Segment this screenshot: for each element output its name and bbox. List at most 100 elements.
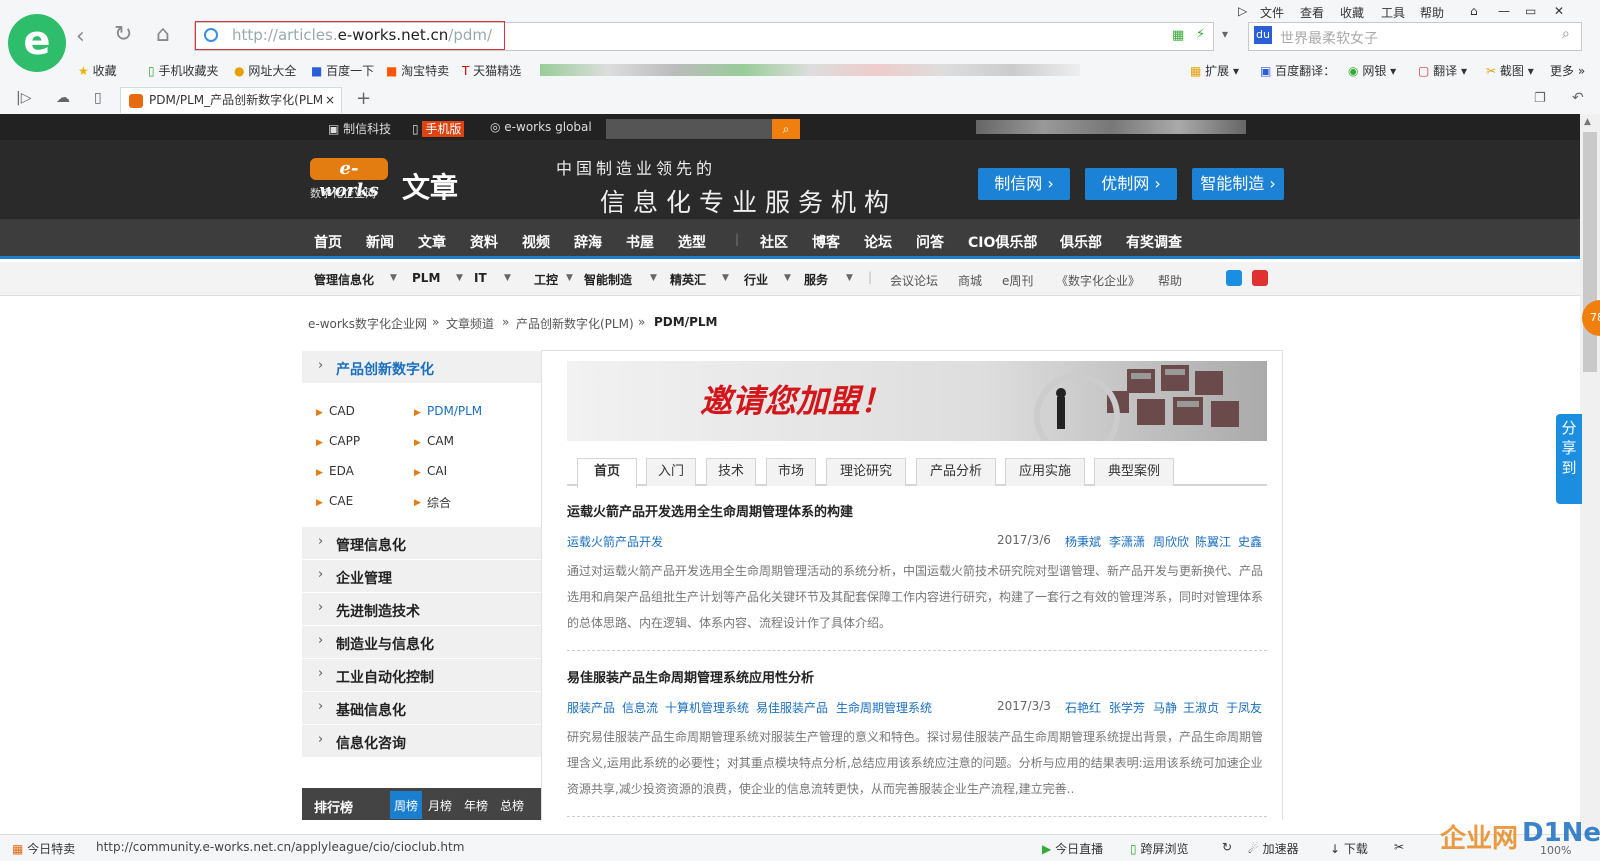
cloud-icon[interactable]: ☁ xyxy=(56,90,70,106)
nav-cihai[interactable]: 辞海 xyxy=(574,232,602,252)
tab-list-icon[interactable]: ❐ xyxy=(1534,91,1546,106)
tab-active[interactable]: PDM/PLM_产品创新数字化(PLM × xyxy=(120,87,342,113)
baidu-icon[interactable]: du xyxy=(1254,26,1272,44)
subnav-plm[interactable]: PLM xyxy=(412,271,440,285)
menu-sidebar-icon[interactable]: ▷ xyxy=(1238,4,1247,18)
qr-icon[interactable]: ▦ xyxy=(1172,28,1184,43)
status-cross-screen[interactable]: ▯ 跨屏浏览 xyxy=(1130,840,1188,857)
topbar-mobile[interactable]: ▯ 手机版 xyxy=(412,120,465,137)
article-author[interactable]: 周欣欣 xyxy=(1153,533,1189,550)
article-author[interactable]: 石艳红 xyxy=(1065,699,1101,716)
scrollbar-thumb[interactable] xyxy=(1583,132,1597,372)
article-title[interactable]: 运载火箭产品开发选用全生命周期管理体系的构建 xyxy=(567,501,853,520)
rank-tab-monthly[interactable]: 月榜 xyxy=(428,797,452,814)
ext-screenshot[interactable]: ✂ 截图 ▾ xyxy=(1486,62,1534,79)
site-search-input[interactable] xyxy=(606,119,772,139)
dropdown-icon[interactable]: ▾ xyxy=(1222,27,1228,41)
minimize-icon[interactable]: — xyxy=(1498,4,1510,18)
tab-tech[interactable]: 技术 xyxy=(706,458,756,486)
status-deals[interactable]: ▦ 今日特卖 xyxy=(12,840,75,857)
sub-cad[interactable]: CAD xyxy=(329,404,355,418)
nav-forum[interactable]: 论坛 xyxy=(864,232,892,252)
article-title[interactable]: 易佳服装产品生命周期管理系统应用性分析 xyxy=(567,667,814,686)
search-icon[interactable]: ⌕ xyxy=(1562,26,1570,42)
menu-help[interactable]: 帮助 xyxy=(1420,4,1444,21)
article-tag[interactable]: 十算机管理系统 xyxy=(665,699,749,716)
sidebar-section-enterprise[interactable]: › 企业管理 xyxy=(302,560,542,593)
status-cut-icon[interactable]: ✂ xyxy=(1394,840,1404,854)
nav-books[interactable]: 书屋 xyxy=(626,232,654,252)
status-live[interactable]: ▶ 今日直播 xyxy=(1042,840,1103,857)
close-icon[interactable]: ✕ xyxy=(1554,4,1564,18)
article-tag[interactable]: 生命周期管理系统 xyxy=(836,699,932,716)
menu-view[interactable]: 查看 xyxy=(1300,4,1324,21)
phone-tab-icon[interactable]: ▯ xyxy=(94,90,102,106)
tab-theory[interactable]: 理论研究 xyxy=(826,458,906,486)
join-banner[interactable] xyxy=(567,361,1267,441)
breadcrumb-articles[interactable]: 文章频道 xyxy=(446,315,494,332)
nav-qa[interactable]: 问答 xyxy=(916,232,944,252)
nav-community[interactable]: 社区 xyxy=(760,232,788,252)
subnav-service[interactable]: 服务 xyxy=(804,271,828,288)
ext-more[interactable]: 更多 » xyxy=(1550,62,1585,79)
share-widget[interactable]: 分享到 xyxy=(1556,414,1582,504)
sidebar-section-consulting[interactable]: › 信息化咨询 xyxy=(302,725,542,758)
menu-favorites[interactable]: 收藏 xyxy=(1340,4,1364,21)
subnav-magazine[interactable]: 《数字化企业》 xyxy=(1056,272,1140,289)
bookmark-baidu[interactable]: ■ 百度一下 xyxy=(311,62,374,79)
weibo-icon[interactable] xyxy=(1252,270,1268,286)
sidebar-active-section[interactable]: › 产品创新数字化 xyxy=(302,351,542,384)
subnav-smart[interactable]: 智能制造 xyxy=(584,271,632,288)
tab-product-analysis[interactable]: 产品分析 xyxy=(916,458,996,486)
nav-club[interactable]: 俱乐部 xyxy=(1060,232,1102,252)
article-author[interactable]: 于凤友 xyxy=(1226,699,1262,716)
article-author[interactable]: 杨秉斌 xyxy=(1065,533,1101,550)
status-refresh-icon[interactable]: ↻ xyxy=(1222,840,1232,854)
nav-blog[interactable]: 博客 xyxy=(812,232,840,252)
eworks-logo[interactable]: e-works xyxy=(310,158,388,201)
maximize-icon[interactable]: ▭ xyxy=(1525,4,1536,18)
article-author[interactable]: 李潇潇 xyxy=(1109,533,1145,550)
article-author[interactable]: 马静 xyxy=(1153,699,1177,716)
sidebar-section-advanced-mfg[interactable]: › 先进制造技术 xyxy=(302,593,542,626)
subnav-mgmt[interactable]: 管理信息化 xyxy=(314,271,374,288)
bookmark-favorites[interactable]: ★ 收藏 xyxy=(78,62,117,79)
sub-general[interactable]: 综合 xyxy=(427,494,451,511)
tab-home[interactable]: 首页 xyxy=(577,458,637,488)
status-download[interactable]: ↓ 下载 xyxy=(1330,840,1368,857)
qq-icon[interactable] xyxy=(1226,270,1242,286)
youzhi-button[interactable]: 优制网 › xyxy=(1085,168,1177,200)
site-search-button[interactable]: ⌕ xyxy=(772,119,800,139)
sidebar-toggle-icon[interactable]: |▷ xyxy=(16,90,31,106)
sub-eda[interactable]: EDA xyxy=(329,464,354,478)
article-author[interactable]: 陈翼江 xyxy=(1195,533,1231,550)
article-author[interactable]: 史鑫 xyxy=(1238,533,1262,550)
sidebar-section-basic-it[interactable]: › 基础信息化 xyxy=(302,692,542,725)
article-author[interactable]: 王淑贞 xyxy=(1183,699,1219,716)
rank-tab-weekly[interactable]: 周榜 xyxy=(390,791,423,819)
tab-implementation[interactable]: 应用实施 xyxy=(1005,458,1085,486)
home-icon[interactable]: ⌂ xyxy=(156,24,170,46)
sub-cam[interactable]: CAM xyxy=(427,434,454,448)
subnav-help[interactable]: 帮助 xyxy=(1158,272,1182,289)
tab-intro[interactable]: 入门 xyxy=(646,458,696,486)
article-tag[interactable]: 服装产品 xyxy=(567,699,615,716)
ext-translate[interactable]: ▢ 翻译 ▾ xyxy=(1418,62,1467,79)
tab-market[interactable]: 市场 xyxy=(766,458,816,486)
subnav-industry[interactable]: 行业 xyxy=(744,271,768,288)
article-tag[interactable]: 易佳服装产品 xyxy=(756,699,828,716)
subnav-weekly[interactable]: e周刊 xyxy=(1002,272,1033,289)
breadcrumb-plm[interactable]: 产品创新数字化(PLM) xyxy=(516,315,634,332)
rank-tab-yearly[interactable]: 年榜 xyxy=(464,797,488,814)
nav-home[interactable]: 首页 xyxy=(314,232,342,252)
bookmark-sites[interactable]: ● 网址大全 xyxy=(234,62,296,79)
smart-mfg-button[interactable]: 智能制造 › xyxy=(1192,168,1284,200)
nav-selection[interactable]: 选型 xyxy=(678,232,706,252)
ext-extensions[interactable]: ▦ 扩展 ▾ xyxy=(1190,62,1239,79)
subnav-meetings[interactable]: 会议论坛 xyxy=(890,272,938,289)
bookmark-taobao[interactable]: ■ 淘宝特卖 xyxy=(386,62,449,79)
nav-docs[interactable]: 资料 xyxy=(470,232,498,252)
article-tag[interactable]: 运载火箭产品开发 xyxy=(567,533,663,550)
undo-close-icon[interactable]: ↶ xyxy=(1572,90,1584,106)
subnav-mall[interactable]: 商城 xyxy=(958,272,982,289)
